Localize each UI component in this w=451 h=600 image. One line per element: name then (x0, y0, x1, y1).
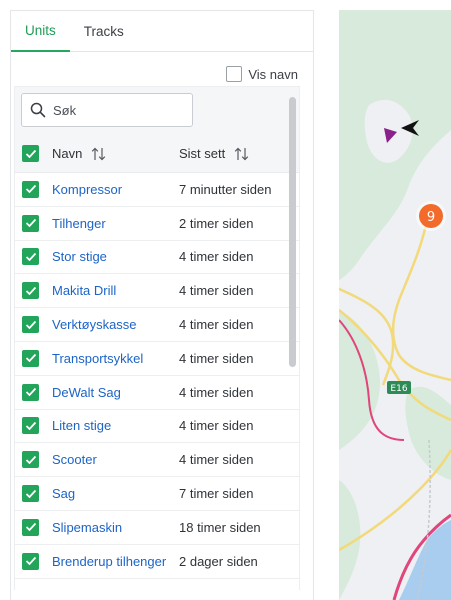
table-row[interactable]: Tilhenger 2 timer siden (15, 207, 299, 241)
unit-name-link[interactable]: DeWalt Sag (52, 385, 121, 400)
map-canvas: E16 9 (339, 10, 451, 600)
checkmark-icon (25, 354, 36, 363)
search-input[interactable] (53, 102, 173, 118)
cluster-count: 9 (427, 210, 435, 225)
row-checkbox[interactable] (22, 552, 39, 570)
table-row[interactable]: Slipemaskin 18 timer siden (15, 511, 299, 545)
checkmark-icon (25, 388, 36, 397)
unit-last-seen: 4 timer siden (179, 418, 254, 434)
table-row[interactable]: Stor stige 4 timer siden (15, 241, 299, 275)
show-names-checkbox[interactable] (226, 66, 243, 82)
table-row[interactable]: Verktøyskasse 4 timer siden (15, 308, 299, 342)
tab-units[interactable]: Units (11, 11, 70, 52)
checkmark-icon (25, 219, 36, 228)
row-checkbox[interactable] (22, 214, 39, 232)
show-names-label: Vis navn (248, 66, 298, 82)
map-view[interactable]: E16 9 (339, 10, 451, 600)
tab-bar: Units Tracks (11, 11, 313, 52)
checkmark-icon (25, 185, 36, 194)
road-label: E16 (390, 384, 407, 394)
unit-last-seen: 4 timer siden (179, 283, 254, 299)
unit-name-link[interactable]: Scooter (52, 452, 97, 467)
checkmark-icon (25, 489, 36, 498)
table-row[interactable]: Sag 7 timer siden (15, 477, 299, 511)
table-row[interactable]: Liten stige 4 timer siden (15, 410, 299, 444)
unit-name-link[interactable]: Transportsykkel (52, 351, 143, 366)
search-row (15, 87, 299, 135)
sort-icon (92, 147, 106, 160)
unit-last-seen: 4 timer siden (179, 350, 254, 366)
unit-last-seen: 18 timer siden (179, 519, 261, 535)
last-seen-header-label: Sist sett (179, 146, 226, 161)
checkmark-icon (25, 421, 36, 431)
name-column-header[interactable]: Navn (52, 146, 179, 161)
scrollbar-thumb[interactable] (289, 97, 296, 367)
checkmark-icon (25, 286, 36, 296)
row-checkbox[interactable] (22, 349, 39, 367)
row-checkbox[interactable] (22, 451, 39, 469)
unit-rows: Kompressor 7 minutter siden Tilhenger 2 tim… (15, 173, 299, 579)
row-checkbox[interactable] (22, 248, 39, 266)
unit-last-seen: 2 timer siden (179, 215, 254, 231)
sort-icon (235, 147, 249, 160)
unit-name-link[interactable]: Stor stige (52, 249, 107, 264)
row-checkbox[interactable] (22, 518, 39, 536)
checkmark-icon (25, 252, 36, 262)
checkmark-icon (25, 149, 36, 158)
last-seen-column-header[interactable]: Sist sett (179, 146, 249, 161)
unit-name-link[interactable]: Liten stige (52, 418, 111, 433)
unit-last-seen: 7 minutter siden (179, 181, 272, 197)
unit-list: Navn Sist sett Kompressor7 minutter s (14, 86, 300, 590)
unit-last-seen: 4 timer siden (179, 249, 254, 265)
checkmark-icon (25, 320, 36, 329)
row-checkbox[interactable] (22, 316, 39, 334)
unit-name-link[interactable]: Verktøyskasse (52, 317, 137, 332)
table-row[interactable]: Makita Drill 4 timer siden (15, 274, 299, 309)
unit-name-link[interactable]: Slipemaskin (52, 520, 122, 535)
unit-name-link[interactable]: Brenderup tilhenger (52, 554, 166, 569)
row-checkbox[interactable] (22, 282, 39, 300)
table-row[interactable]: Brenderup tilhenger 2 dager siden (15, 545, 299, 579)
unit-name-link[interactable]: Kompressor (52, 182, 122, 197)
checkmark-icon (25, 557, 36, 566)
checkmark-icon (25, 523, 36, 532)
table-header: Navn Sist sett (15, 135, 299, 173)
unit-last-seen: 7 timer siden (179, 486, 254, 502)
row-checkbox[interactable] (22, 485, 39, 503)
search-icon (30, 102, 46, 118)
select-all-checkbox[interactable] (22, 145, 39, 162)
unit-last-seen: 4 timer siden (179, 317, 254, 333)
unit-name-link[interactable]: Sag (52, 486, 75, 501)
checkmark-icon (25, 455, 36, 465)
table-row[interactable]: DeWalt Sag 4 timer siden (15, 376, 299, 410)
name-header-label: Navn (52, 146, 83, 161)
unit-name-link[interactable]: Tilhenger (52, 216, 106, 231)
app-root: Units Tracks Vis navn Søk Navn Sist sett… (0, 0, 451, 600)
table-row[interactable]: Kompressor 7 minutter siden (15, 173, 299, 207)
row-checkbox[interactable] (22, 383, 39, 401)
tab-tracks[interactable]: Tracks (70, 11, 138, 51)
row-checkbox[interactable] (22, 180, 39, 198)
unit-name-link[interactable]: Makita Drill (52, 283, 116, 298)
unit-last-seen: 2 dager siden (179, 553, 258, 569)
unit-last-seen: 4 timer siden (179, 384, 254, 400)
table-row[interactable]: Transportsykkel 4 timer siden (15, 342, 299, 376)
row-checkbox[interactable] (22, 417, 39, 435)
unit-last-seen: 4 timer siden (179, 452, 254, 468)
table-row[interactable]: Scooter 4 timer siden (15, 443, 299, 478)
search-box[interactable] (21, 93, 193, 127)
